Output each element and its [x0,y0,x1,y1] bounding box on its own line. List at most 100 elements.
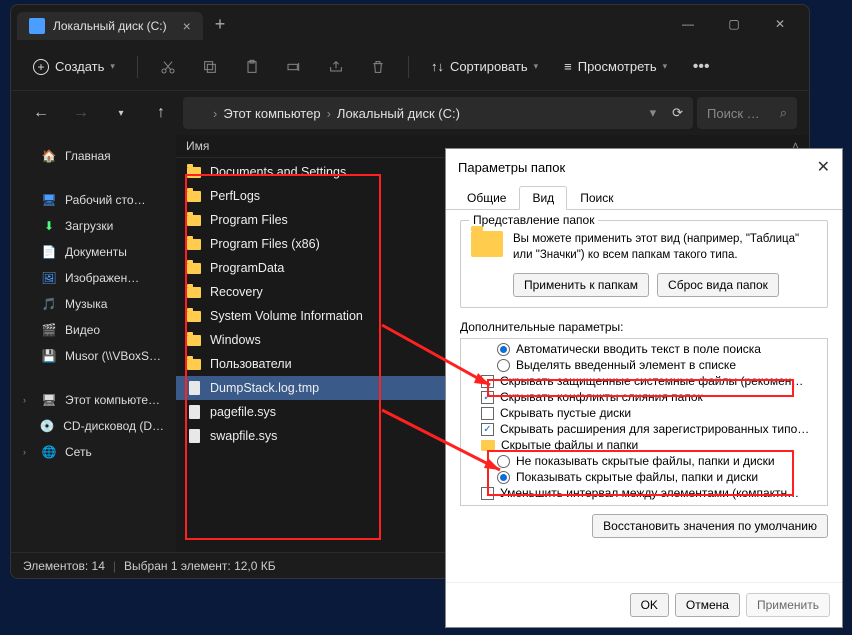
status-count: Элементов: 14 [23,559,105,573]
close-icon[interactable]: ✕ [817,157,830,177]
search-input[interactable]: Поиск … ⌕ [697,97,797,129]
checkbox-icon [481,391,494,404]
tab-general[interactable]: Общие [454,186,519,210]
music-icon: 🎵 [41,296,57,312]
tree-radio[interactable]: Не показывать скрытые файлы, папки и дис… [465,453,823,469]
more-button[interactable]: ••• [683,49,719,85]
sidebar-item-network[interactable]: › 🌐 Сеть [15,439,172,465]
rename-button[interactable] [276,49,312,85]
network-icon: 🌐 [41,444,57,460]
sidebar-item-desktop[interactable]: 🖥 Рабочий сто… [15,187,172,213]
pc-icon: 🖥 [41,392,57,408]
folder-icon [186,212,202,228]
checkbox-icon [481,487,494,500]
refresh-button[interactable]: ⟳ [672,105,683,121]
sidebar-item-documents[interactable]: 📄Документы [15,239,172,265]
cancel-button[interactable]: Отмена [675,593,740,617]
desktop-icon: 🖥 [41,192,57,208]
sidebar-item-music[interactable]: 🎵Музыка [15,291,172,317]
tab-view[interactable]: Вид [519,186,567,210]
chevron-down-icon[interactable]: ▾ [650,105,657,121]
group-legend: Представление папок [469,213,598,227]
minimize-button[interactable]: — [665,8,711,40]
copy-button[interactable] [192,49,228,85]
file-name: ProgramData [210,261,284,275]
folder-icon [186,308,202,324]
drive-icon [29,18,45,34]
tree-radio[interactable]: Выделять введенный элемент в списке [465,357,823,373]
folder-icon [481,440,495,451]
tree-checkbox[interactable]: Скрывать пустые диски [465,405,823,421]
reset-folders-button[interactable]: Сброс вида папок [657,273,779,297]
sidebar-item-videos[interactable]: 🎬Видео [15,317,172,343]
sidebar-label: Рабочий сто… [65,193,146,207]
tab-search[interactable]: Поиск [567,186,626,210]
file-name: Пользователи [210,357,292,371]
paste-button[interactable] [234,49,270,85]
status-selection: Выбран 1 элемент: 12,0 КБ [124,559,276,573]
tree-checkbox[interactable]: Уменьшить интервал между элементами (ком… [465,485,823,501]
recent-button[interactable]: ▾ [103,95,139,131]
view-button[interactable]: ≡ Просмотреть ▾ [554,53,677,80]
toolbar: + Создать ▾ ↑↓ Сортировать ▾ ≡ Просмотре… [11,43,809,91]
breadcrumb-root[interactable]: Этот компьютер [223,106,320,121]
forward-button[interactable]: → [63,95,99,131]
tree-checkbox[interactable]: Скрывать конфликты слияния папок [465,389,823,405]
sidebar-item-home[interactable]: 🏠Главная [15,143,172,169]
sort-button[interactable]: ↑↓ Сортировать ▾ [421,53,548,80]
chevron-right-icon[interactable]: › [23,447,33,457]
file-name: System Volume Information [210,309,363,323]
breadcrumb-current[interactable]: Локальный диск (C:) [337,106,460,121]
folder-icon [471,231,503,257]
view-label: Просмотреть [578,59,657,74]
restore-defaults-button[interactable]: Восстановить значения по умолчанию [592,514,828,538]
dialog-footer: OK Отмена Применить [446,582,842,627]
chevron-down-icon: ▾ [110,61,115,72]
window-tab[interactable]: Локальный диск (C:) × [17,12,203,40]
radio-icon [497,359,510,372]
chevron-right-icon: › [213,106,217,121]
plus-icon: + [33,59,49,75]
file-name: Documents and Settings [210,165,346,179]
advanced-settings-tree[interactable]: Автоматически вводить текст в поле поиск… [460,338,828,506]
chevron-right-icon[interactable]: › [23,395,33,405]
view-icon: ≡ [564,59,572,74]
sort-icon: ↑↓ [431,59,444,74]
close-tab-icon[interactable]: × [183,18,191,34]
new-button[interactable]: + Создать ▾ [23,53,125,81]
close-window-button[interactable]: ✕ [757,8,803,40]
folder-icon [186,356,202,372]
checkbox-icon [481,375,494,388]
maximize-button[interactable]: ▢ [711,8,757,40]
tree-radio[interactable]: Автоматически вводить текст в поле поиск… [465,341,823,357]
back-button[interactable]: ← [23,95,59,131]
sidebar-item-musor[interactable]: 💾Musor (\\VBoxS… [15,343,172,369]
tree-folder-node[interactable]: Скрытые файлы и папки [465,437,823,453]
file-name: DumpStack.log.tmp [210,381,319,395]
new-tab-button[interactable]: + [215,14,226,35]
column-name-label: Имя [186,139,209,153]
separator [137,56,138,78]
sidebar-item-downloads[interactable]: ⬇Загрузки [15,213,172,239]
address-bar[interactable]: › Этот компьютер › Локальный диск (C:) ▾… [183,97,693,129]
share-button[interactable] [318,49,354,85]
apply-to-folders-button[interactable]: Применить к папкам [513,273,649,297]
apply-button[interactable]: Применить [746,593,830,617]
tree-checkbox[interactable]: Скрывать расширения для зарегистрированн… [465,421,823,437]
downloads-icon: ⬇ [41,218,57,234]
up-button[interactable]: ↑ [143,95,179,131]
tree-radio-show-hidden[interactable]: Показывать скрытые файлы, папки и диски [465,469,823,485]
dialog-titlebar: Параметры папок ✕ [446,149,842,185]
sidebar-item-cddrive[interactable]: 💿CD-дисковод (D… [15,413,172,439]
ok-button[interactable]: OK [630,593,669,617]
chevron-down-icon: ▾ [534,61,539,72]
tree-checkbox-hide-protected[interactable]: Скрывать защищенные системные файлы (рек… [465,373,823,389]
cut-button[interactable] [150,49,186,85]
sidebar-label: Сеть [65,445,92,459]
delete-button[interactable] [360,49,396,85]
sidebar-label: CD-дисковод (D… [63,419,164,433]
sidebar-item-thispc[interactable]: ›🖥Этот компьюте… [15,387,172,413]
sidebar-label: Документы [65,245,127,259]
sidebar-item-pictures[interactable]: 🖼Изображен… [15,265,172,291]
folder-icon [186,284,202,300]
